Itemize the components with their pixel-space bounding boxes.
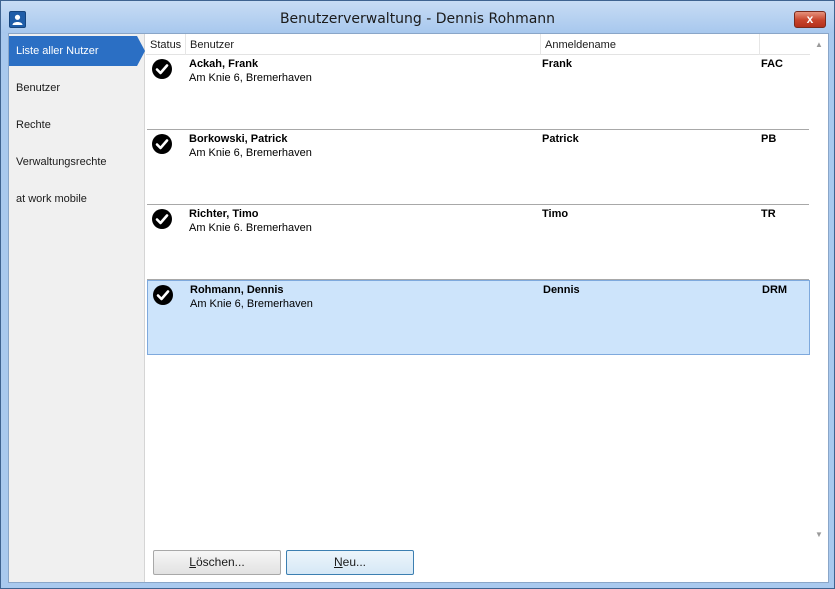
user-name: Borkowski, Patrick [189,133,288,145]
app-window: Benutzerverwaltung - Dennis Rohmann x Li… [0,0,835,589]
column-header-user[interactable]: Benutzer [186,34,541,55]
sidebar-item-rights[interactable]: Rechte [9,110,145,140]
column-header-code[interactable] [760,34,810,55]
list-header: Status Benutzer Anmeldename [146,34,810,55]
table-row[interactable]: Richter, Timo Am Knie 6. Bremerhaven Tim… [147,205,809,280]
new-button-label: eu... [342,555,367,569]
vertical-scrollbar[interactable]: ▲ ▼ [810,34,828,544]
user-name: Rohmann, Dennis [190,284,284,296]
sidebar-item-all-users[interactable]: Liste aller Nutzer [9,36,145,66]
column-header-status[interactable]: Status [146,34,186,55]
scroll-down-arrow-icon[interactable]: ▼ [814,530,824,540]
user-name: Ackah, Frank [189,58,259,70]
user-code: DRM [762,284,788,296]
sidebar-item-user[interactable]: Benutzer [9,73,145,103]
sidebar-item-admin-rights[interactable]: Verwaltungsrechte [9,147,145,177]
window-title: Benutzerverwaltung - Dennis Rohmann [279,11,556,27]
user-address: Am Knie 6, Bremerhaven [189,72,312,84]
table-row-selected[interactable]: Rohmann, Dennis Am Knie 6, Bremerhaven D… [147,280,810,355]
new-button-mnemonic: N [333,555,343,569]
user-address: Am Knie 6, Bremerhaven [190,298,313,310]
dialog-content: Liste aller Nutzer Benutzer Rechte Verwa… [8,33,829,583]
delete-button[interactable]: Löschen... [153,550,281,575]
close-button[interactable]: x [794,11,826,28]
user-login-name: Timo [542,208,569,220]
title-bar[interactable]: Benutzerverwaltung - Dennis Rohmann x [1,1,834,33]
user-code: FAC [761,58,783,70]
scroll-up-arrow-icon[interactable]: ▲ [814,40,824,50]
sidebar-item-at-work-mobile[interactable]: at work mobile [9,184,145,214]
user-address: Am Knie 6. Bremerhaven [189,222,312,234]
check-circle-icon [153,285,173,305]
column-header-login-name[interactable]: Anmeldename [541,34,760,55]
delete-button-label: öschen... [195,555,245,569]
table-row[interactable]: Ackah, Frank Am Knie 6, Bremerhaven Fran… [147,55,809,130]
check-circle-icon [152,59,172,79]
user-login-name: Dennis [543,284,580,296]
check-circle-icon [152,134,172,154]
delete-button-mnemonic: L [189,555,196,569]
sidebar: Liste aller Nutzer Benutzer Rechte Verwa… [9,34,145,582]
user-code: TR [761,208,776,220]
table-row[interactable]: Borkowski, Patrick Am Knie 6, Bremerhave… [147,130,809,205]
user-login-name: Patrick [542,133,579,145]
user-login-name: Frank [542,58,572,70]
new-button[interactable]: Neu... [286,550,414,575]
user-name: Richter, Timo [189,208,259,220]
user-code: PB [761,133,777,145]
user-address: Am Knie 6, Bremerhaven [189,147,312,159]
check-circle-icon [152,209,172,229]
user-list[interactable]: Status Benutzer Anmeldename Ackah, Frank… [146,34,828,582]
